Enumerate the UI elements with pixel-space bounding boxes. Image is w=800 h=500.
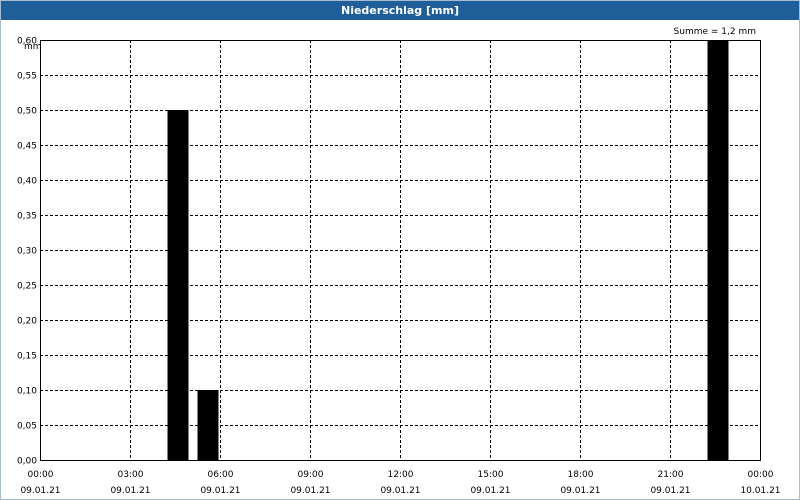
- sum-label: Summe = 1,2 mm: [674, 27, 756, 37]
- x-tick-time-label: 21:00: [658, 470, 684, 480]
- x-tick-time-label: 15:00: [478, 470, 504, 480]
- x-tick-date-label: 09.01.21: [470, 486, 510, 496]
- y-tick-label: 0,35: [17, 212, 37, 222]
- precipitation-bar: [707, 40, 729, 460]
- y-tick-label: 0,30: [17, 247, 37, 257]
- x-tick-date-label: 09.01.21: [200, 486, 240, 496]
- x-tick-date-label: 09.01.21: [650, 486, 690, 496]
- x-tick-time-label: 09:00: [298, 470, 324, 480]
- y-tick-label: 0,60: [17, 37, 37, 47]
- x-tick-time-label: 00:00: [28, 470, 54, 480]
- y-tick-label: 0,20: [17, 317, 37, 327]
- x-tick-time-label: 18:00: [568, 470, 594, 480]
- y-tick-label: 0,45: [17, 142, 37, 152]
- precipitation-bar: [197, 390, 219, 460]
- x-tick-time-label: 03:00: [118, 470, 144, 480]
- precipitation-chart: Summe = 1,2 mm mm 0,000,050,100,150,200,…: [17, 27, 781, 496]
- x-tick-date-label: 09.01.21: [380, 486, 420, 496]
- y-tick-labels: 0,00 0,05 0,10 0,15 0,20 0,25 0,30 0,35 0,40 0,45…: [17, 37, 37, 467]
- x-tick-date-label: 09.01.21: [290, 486, 330, 496]
- x-tick-date-label: 09.01.21: [560, 486, 600, 496]
- x-tick-time-label: 12:00: [388, 470, 414, 480]
- x-tick-date-label: 09.01.21: [110, 486, 150, 496]
- y-tick-label: 0,00: [17, 457, 37, 467]
- x-tick-time-label: 00:00: [748, 470, 774, 480]
- x-tick-date-label: 09.01.21: [20, 486, 60, 496]
- y-tick-label: 0,15: [17, 352, 37, 362]
- y-tick-label: 0,10: [17, 387, 37, 397]
- grid-lines: [40, 40, 760, 460]
- x-tick-time-label: 06:00: [208, 470, 234, 480]
- y-tick-label: 0,55: [17, 72, 37, 82]
- y-tick-label: 0,25: [17, 282, 37, 292]
- y-tick-label: 0,40: [17, 177, 37, 187]
- x-tick-date-label: 10.01.21: [740, 486, 780, 496]
- precipitation-bar: [167, 110, 189, 460]
- y-tick-label: 0,50: [17, 107, 37, 117]
- x-tick-labels: 00:00 09.01.21 03:00 09.01.21 06:00 09.01.21 0…: [20, 470, 780, 496]
- y-tick-label: 0,05: [17, 422, 37, 432]
